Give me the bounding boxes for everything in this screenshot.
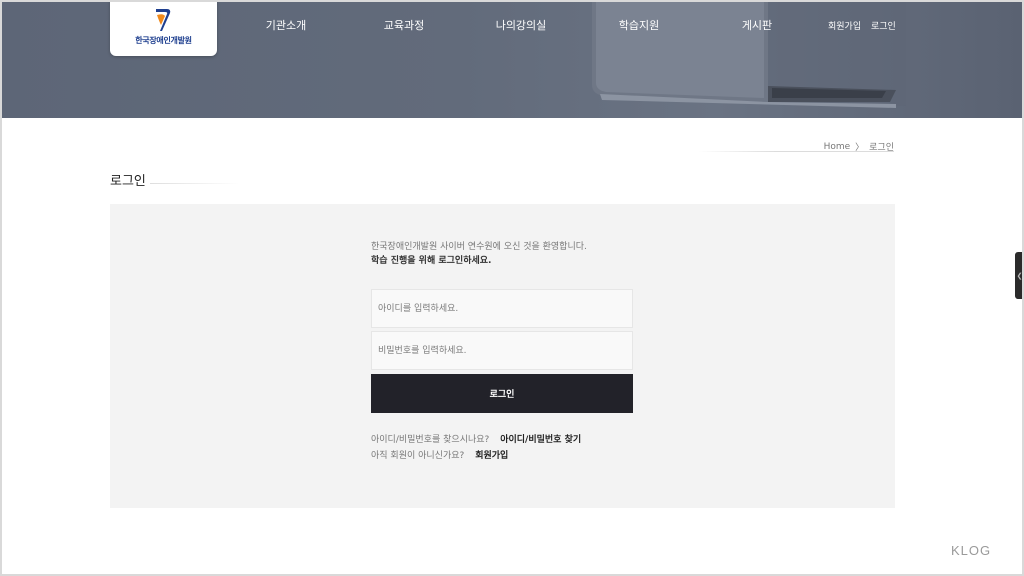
breadcrumb-current: 로그인 — [869, 143, 894, 153]
chevron-icon: ❮ — [1016, 271, 1023, 280]
nav-item-about[interactable]: 기관소개 — [266, 17, 306, 33]
nav-item-board[interactable]: 게시판 — [742, 17, 772, 33]
nav-item-learning-support[interactable]: 학습지원 — [619, 17, 659, 33]
title-divider — [150, 183, 240, 184]
join-question: 아직 회원이 아니신가요? — [371, 451, 465, 461]
header-login-link[interactable]: 로그인 — [871, 19, 896, 32]
join-row: 아직 회원이 아니신가요? 회원가입 — [371, 448, 508, 461]
watermark-text: KLOG — [951, 543, 992, 558]
nav-item-courses[interactable]: 교육과정 — [384, 17, 424, 33]
find-account-question: 아이디/비밀번호를 찾으시나요? — [371, 435, 490, 445]
breadcrumb-home[interactable]: Home — [824, 142, 851, 152]
site-header: 한국장애인개발원 기관소개 교육과정 나의강의실 학습지원 게시판 회원가입 로… — [0, 0, 1024, 118]
welcome-line-2: 학습 진행을 위해 로그인하세요. — [371, 256, 492, 266]
page-title: 로그인 — [110, 174, 146, 189]
find-account-row: 아이디/비밀번호를 찾으시나요? 아이디/비밀번호 찾기 — [371, 432, 581, 445]
breadcrumb-separator: 〉 — [855, 143, 865, 153]
nav-item-my-classroom[interactable]: 나의강의실 — [496, 17, 547, 33]
login-panel: 한국장애인개발원 사이버 연수원에 오신 것을 환영합니다. 학습 진행을 위해… — [110, 204, 895, 508]
logo-text: 한국장애인개발원 — [135, 36, 192, 45]
welcome-message: 한국장애인개발원 사이버 연수원에 오신 것을 환영합니다. 학습 진행을 위해… — [371, 240, 587, 268]
login-button[interactable]: 로그인 — [371, 374, 633, 413]
side-panel-toggle[interactable]: ❮ — [1015, 252, 1024, 299]
find-account-link[interactable]: 아이디/비밀번호 찾기 — [500, 435, 581, 445]
header-join-link[interactable]: 회원가입 — [828, 19, 861, 32]
breadcrumb: Home 〉 로그인 — [824, 140, 894, 154]
welcome-line-1: 한국장애인개발원 사이버 연수원에 오신 것을 환영합니다. — [371, 242, 587, 252]
join-link[interactable]: 회원가입 — [475, 451, 508, 461]
password-input[interactable] — [371, 331, 633, 370]
user-id-input[interactable] — [371, 289, 633, 328]
